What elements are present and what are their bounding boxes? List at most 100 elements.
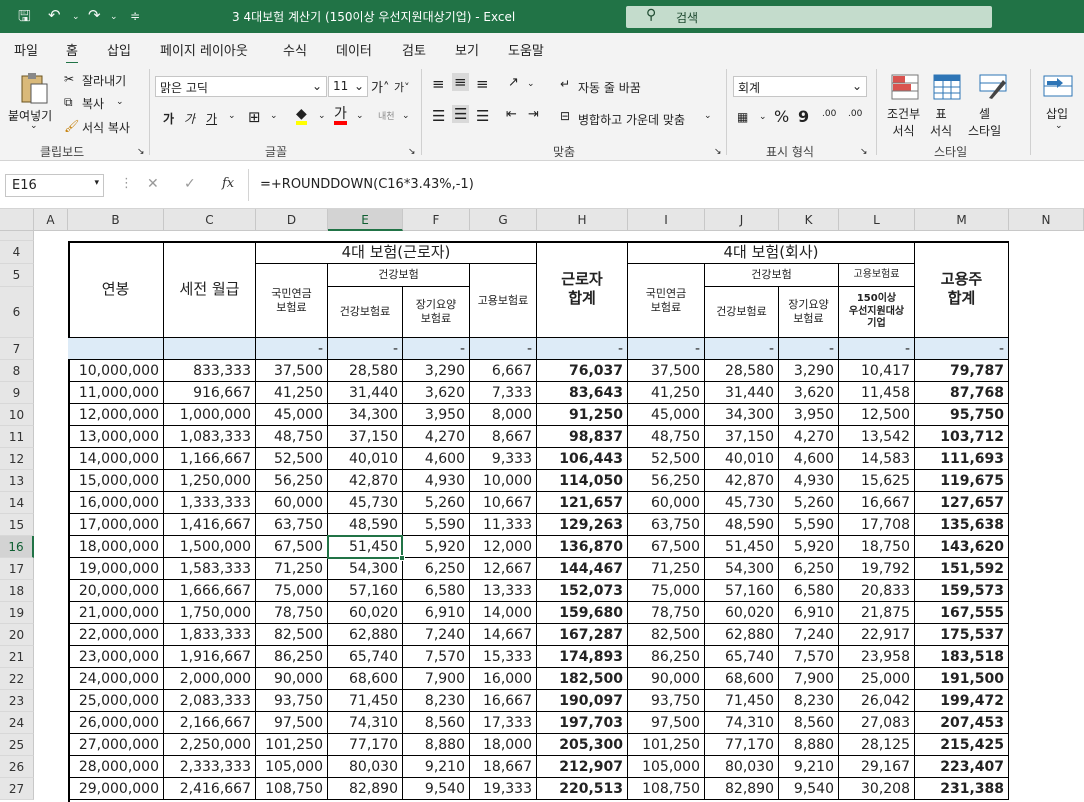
tab-home[interactable]: 홈: [66, 40, 78, 65]
table-cell[interactable]: 19,792: [839, 558, 915, 580]
table-cell[interactable]: 41,250: [628, 382, 705, 404]
table-cell[interactable]: 71,450: [705, 690, 779, 712]
table-cell[interactable]: 121,657: [537, 492, 628, 514]
number-launcher-icon[interactable]: ↘: [860, 147, 868, 157]
save-icon[interactable]: 🖫: [18, 6, 31, 31]
table-cell[interactable]: 6,910: [779, 602, 839, 624]
decrease-decimal-icon[interactable]: .00: [848, 109, 862, 119]
table-cell[interactable]: 52,500: [256, 448, 328, 470]
table-cell[interactable]: 8,230: [779, 690, 839, 712]
table-cell[interactable]: 77,170: [328, 734, 403, 756]
redo-icon[interactable]: ↷: [88, 6, 101, 24]
table-cell[interactable]: 51,450: [705, 536, 779, 558]
table-cell[interactable]: 4,600: [779, 448, 839, 470]
table-cell[interactable]: 143,620: [915, 536, 1009, 558]
table-cell[interactable]: 74,310: [328, 712, 403, 734]
table-cell[interactable]: 8,880: [403, 734, 470, 756]
table-cell[interactable]: 90,000: [256, 668, 328, 690]
conditional-formatting-button[interactable]: 조건부 서식: [887, 105, 920, 139]
table-cell[interactable]: 5,590: [779, 514, 839, 536]
row7-cell[interactable]: -: [839, 338, 915, 360]
row-header-12[interactable]: 12: [0, 448, 34, 470]
table-cell[interactable]: 12,667: [470, 558, 537, 580]
formula-input[interactable]: =+ROUNDDOWN(C16*3.43%,-1): [260, 177, 474, 192]
table-cell[interactable]: 4,930: [779, 470, 839, 492]
cell-styles-icon[interactable]: [978, 73, 1008, 101]
row-header-13[interactable]: 13: [0, 470, 34, 492]
table-cell[interactable]: 136,870: [537, 536, 628, 558]
table-cell[interactable]: 41,250: [256, 382, 328, 404]
accounting-icon[interactable]: ▦: [737, 110, 748, 124]
table-cell[interactable]: 12,000,000: [68, 404, 164, 426]
column-header-m[interactable]: M: [915, 209, 1009, 231]
column-header-d[interactable]: D: [256, 209, 328, 231]
table-cell[interactable]: 1,250,000: [164, 470, 256, 492]
percent-icon[interactable]: %: [774, 107, 789, 126]
table-cell[interactable]: 63,750: [628, 514, 705, 536]
table-cell[interactable]: 10,000: [470, 470, 537, 492]
table-cell[interactable]: 14,000,000: [68, 448, 164, 470]
italic-button[interactable]: 가: [184, 110, 195, 127]
table-cell[interactable]: 833,333: [164, 360, 256, 382]
table-cell[interactable]: 18,750: [839, 536, 915, 558]
table-cell[interactable]: 45,730: [705, 492, 779, 514]
font-size-combo[interactable]: 11 ⌄: [328, 76, 368, 97]
table-cell[interactable]: 1,500,000: [164, 536, 256, 558]
table-cell[interactable]: 167,287: [537, 624, 628, 646]
row-header-5[interactable]: 5: [0, 264, 34, 287]
table-cell[interactable]: 27,083: [839, 712, 915, 734]
table-cell[interactable]: 42,870: [705, 470, 779, 492]
table-cell[interactable]: 62,880: [328, 624, 403, 646]
table-cell[interactable]: 199,472: [915, 690, 1009, 712]
row-header-14[interactable]: 14: [0, 492, 34, 514]
table-cell[interactable]: 10,417: [839, 360, 915, 382]
bold-button[interactable]: 가: [163, 110, 174, 127]
table-cell[interactable]: 56,250: [628, 470, 705, 492]
table-cell[interactable]: 78,750: [256, 602, 328, 624]
table-cell[interactable]: 22,000,000: [68, 624, 164, 646]
underline-button[interactable]: 가: [206, 110, 217, 127]
row-header-25[interactable]: 25: [0, 734, 34, 756]
row-header-22[interactable]: 22: [0, 668, 34, 690]
table-cell[interactable]: 95,750: [915, 404, 1009, 426]
table-cell[interactable]: 21,875: [839, 602, 915, 624]
table-cell[interactable]: 4,270: [779, 426, 839, 448]
phonetic-dropdown-icon[interactable]: ⌄: [402, 111, 410, 121]
table-cell[interactable]: 16,667: [470, 690, 537, 712]
table-cell[interactable]: 75,000: [256, 580, 328, 602]
table-cell[interactable]: 3,950: [403, 404, 470, 426]
alignment-launcher-icon[interactable]: ↘: [714, 147, 722, 157]
table-cell[interactable]: 60,000: [628, 492, 705, 514]
table-cell[interactable]: 86,250: [628, 646, 705, 668]
align-right-icon[interactable]: ☰: [476, 107, 489, 125]
row-header-21[interactable]: 21: [0, 646, 34, 668]
table-cell[interactable]: 68,600: [705, 668, 779, 690]
table-cell[interactable]: 212,907: [537, 756, 628, 778]
row7-cell[interactable]: -: [915, 338, 1009, 360]
table-cell[interactable]: 97,500: [256, 712, 328, 734]
table-cell[interactable]: 54,300: [705, 558, 779, 580]
row7-cell[interactable]: -: [328, 338, 403, 360]
table-cell[interactable]: 57,160: [705, 580, 779, 602]
table-cell[interactable]: 5,260: [403, 492, 470, 514]
table-cell[interactable]: 82,890: [328, 778, 403, 800]
table-cell[interactable]: 83,643: [537, 382, 628, 404]
table-cell[interactable]: 108,750: [628, 778, 705, 800]
table-cell[interactable]: 1,333,333: [164, 492, 256, 514]
table-cell[interactable]: 48,590: [705, 514, 779, 536]
decrease-indent-icon[interactable]: ⇤: [506, 107, 517, 122]
table-cell[interactable]: 63,750: [256, 514, 328, 536]
table-cell[interactable]: 9,210: [779, 756, 839, 778]
row-header-20[interactable]: 20: [0, 624, 34, 646]
table-cell[interactable]: 167,555: [915, 602, 1009, 624]
copy-dropdown-icon[interactable]: ⌄: [116, 97, 124, 107]
table-cell[interactable]: 182,500: [537, 668, 628, 690]
copy-button[interactable]: 복사: [82, 95, 104, 112]
table-cell[interactable]: 6,250: [779, 558, 839, 580]
table-cell[interactable]: 2,000,000: [164, 668, 256, 690]
align-top-icon[interactable]: ≡: [432, 75, 445, 93]
wrap-text-icon[interactable]: ↵: [560, 77, 570, 91]
table-cell[interactable]: 11,458: [839, 382, 915, 404]
table-cell[interactable]: 3,620: [779, 382, 839, 404]
borders-dropdown-icon[interactable]: ⌄: [270, 111, 278, 121]
